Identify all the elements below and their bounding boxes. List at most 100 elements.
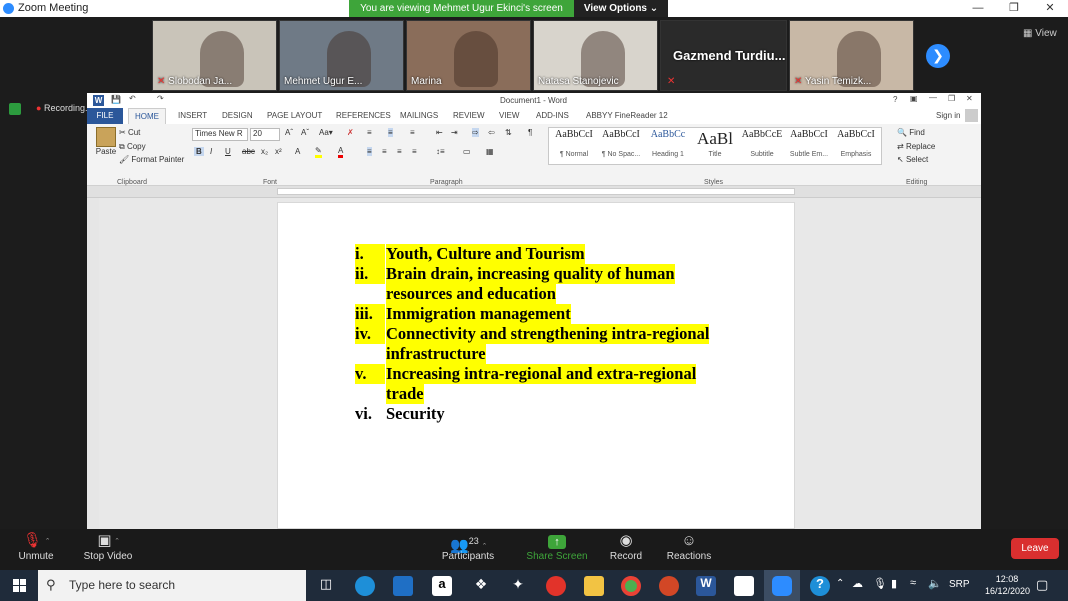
user-avatar[interactable] — [965, 109, 978, 122]
align-right-icon[interactable]: ≡ — [397, 147, 402, 156]
wifi-icon[interactable]: ≈ — [910, 577, 916, 589]
align-left-icon[interactable]: ≡ — [367, 147, 372, 156]
find-button[interactable]: 🔍 Find — [897, 128, 925, 137]
mail-icon[interactable] — [393, 576, 413, 596]
grow-font-icon[interactable]: Aˆ — [285, 128, 293, 137]
style-item[interactable]: AaBbCcE Subtitle — [739, 129, 785, 161]
zoom-taskbar-button[interactable] — [764, 570, 800, 601]
tab-add-ins[interactable]: ADD-INS — [536, 111, 569, 120]
leave-button[interactable]: Leave — [1011, 538, 1059, 559]
style-item[interactable]: AaBbCcI Emphasis — [833, 129, 879, 161]
select-button[interactable]: ↖ Select — [897, 155, 928, 164]
tab-view[interactable]: VIEW — [499, 111, 519, 120]
task-view-icon[interactable]: ◫ — [316, 576, 336, 596]
font-name-select[interactable]: Times New R — [192, 128, 248, 141]
font-size-select[interactable]: 20 — [250, 128, 280, 141]
tray-cloud-icon[interactable]: ☁ — [852, 577, 863, 590]
strikethrough-icon[interactable]: abc — [242, 147, 255, 156]
subscript-icon[interactable]: x₂ — [261, 147, 268, 156]
tab-home[interactable]: HOME — [128, 108, 166, 124]
view-options-button[interactable]: View Options ⌄ — [574, 0, 668, 17]
document-icon[interactable] — [734, 576, 754, 596]
save-icon[interactable]: 💾 — [111, 95, 121, 104]
change-case-icon[interactable]: Aa▾ — [319, 128, 333, 137]
align-center-icon[interactable]: ≡ — [382, 147, 387, 156]
unmute-button[interactable]: 🎙 ˆ Unmute — [0, 529, 76, 562]
participant-tile[interactable]: ✕ Yasin Temizk... — [789, 20, 914, 91]
participant-tile[interactable]: Gazmend Turdiu... ✕ — [660, 20, 787, 91]
document-page[interactable]: i. Youth, Culture and Tourism ii. Brain dra… — [277, 202, 795, 529]
help-app-icon[interactable]: ? — [810, 576, 830, 596]
tab-references[interactable]: REFERENCES — [336, 111, 391, 120]
tab-page-layout[interactable]: PAGE LAYOUT — [267, 111, 322, 120]
style-item[interactable]: AaBbCcI ¶ Normal — [551, 129, 597, 161]
underline-icon[interactable]: U — [225, 147, 231, 156]
notification-icon[interactable]: ▢ — [1036, 577, 1048, 593]
close-icon[interactable]: ✕ — [1032, 0, 1068, 17]
redo-icon[interactable]: ↷ — [157, 94, 164, 103]
app-bolt-icon[interactable]: ✦ — [508, 576, 528, 596]
tray-chevron-icon[interactable]: ⌃ — [836, 578, 844, 589]
paste-button[interactable]: Paste — [93, 127, 119, 156]
chrome-icon[interactable] — [621, 576, 641, 596]
opera-icon[interactable] — [546, 576, 566, 596]
minimize-icon[interactable]: — — [960, 0, 996, 17]
bullets-icon[interactable]: ≡ — [367, 128, 372, 137]
security-shield-icon[interactable] — [9, 103, 21, 115]
horizontal-ruler[interactable] — [87, 186, 981, 198]
battery-icon[interactable]: ▮ — [891, 577, 897, 590]
format-painter-button[interactable]: 🖌 Format Painter — [119, 155, 184, 164]
stop-video-button[interactable]: ▣ ˆ Stop Video — [68, 529, 148, 562]
word-app-icon[interactable]: W — [696, 576, 716, 596]
tab-insert[interactable]: INSERT — [178, 111, 207, 120]
ltr-icon[interactable]: ⇨ — [472, 128, 479, 137]
shrink-font-icon[interactable]: Aˇ — [301, 128, 309, 137]
tab-design[interactable]: DESIGN — [222, 111, 253, 120]
clear-format-icon[interactable]: ✗ — [347, 128, 354, 137]
amazon-icon[interactable]: a — [432, 576, 452, 596]
borders-icon[interactable]: ▦ — [486, 147, 494, 156]
share-screen-button[interactable]: ↑ Share Screen — [517, 529, 597, 562]
participant-tile[interactable]: Mehmet Ugur E... — [279, 20, 404, 91]
word-restore-icon[interactable]: ❐ — [948, 94, 955, 103]
language-indicator[interactable]: SRP — [949, 579, 970, 590]
highlight-icon[interactable]: ✎ — [315, 146, 322, 158]
multilevel-list-icon[interactable]: ≡ — [410, 128, 415, 137]
justify-icon[interactable]: ≡ — [412, 147, 417, 156]
maximize-icon[interactable]: ❐ — [996, 0, 1032, 17]
style-item[interactable]: AaBl Title — [692, 129, 738, 161]
sign-in-link[interactable]: Sign in — [936, 111, 960, 120]
ribbon-display-icon[interactable]: ▣ — [910, 94, 918, 103]
numbering-icon[interactable]: ≡ — [388, 128, 393, 137]
grid-view-button[interactable]: ▦ View — [1023, 28, 1057, 39]
cut-button[interactable]: ✂ Cut — [119, 128, 140, 137]
reactions-button[interactable]: ☺ Reactions — [649, 529, 729, 562]
tab-mailings[interactable]: MAILINGS — [400, 111, 438, 120]
italic-icon[interactable]: I — [210, 147, 212, 156]
taskbar-search[interactable]: ⚲ Type here to search — [38, 570, 306, 601]
powerpoint-icon[interactable] — [659, 576, 679, 596]
dropbox-icon[interactable]: ❖ — [471, 576, 491, 596]
help-icon[interactable]: ? — [893, 95, 897, 104]
superscript-icon[interactable]: x² — [275, 147, 282, 156]
line-spacing-icon[interactable]: ↕≡ — [436, 147, 445, 156]
word-close-icon[interactable]: ✕ — [966, 94, 973, 103]
vertical-ruler[interactable] — [87, 198, 99, 529]
style-item[interactable]: AaBbCcI ¶ No Spac... — [598, 129, 644, 161]
next-page-button[interactable]: ❯ — [926, 44, 950, 68]
shading-icon[interactable]: ▭ — [463, 147, 471, 156]
bold-icon[interactable]: B — [194, 147, 204, 156]
increase-indent-icon[interactable]: ⇥ — [451, 128, 458, 137]
replace-button[interactable]: ⇄ Replace — [897, 142, 935, 151]
decrease-indent-icon[interactable]: ⇤ — [436, 128, 443, 137]
sort-icon[interactable]: ⇅ — [505, 128, 512, 137]
style-item[interactable]: AaBbCc Heading 1 — [645, 129, 691, 161]
undo-icon[interactable]: ↶ — [129, 94, 136, 103]
windows-start-icon[interactable] — [13, 579, 26, 592]
text-effects-icon[interactable]: A — [295, 147, 300, 156]
tab-file[interactable]: FILE — [87, 108, 123, 124]
volume-icon[interactable]: 🔈 — [928, 577, 942, 590]
participant-tile[interactable]: Natasa Stanojevic — [533, 20, 658, 91]
rtl-icon[interactable]: ⇦ — [488, 128, 495, 137]
participants-button[interactable]: 👥23 ˆ Participants — [428, 529, 508, 562]
